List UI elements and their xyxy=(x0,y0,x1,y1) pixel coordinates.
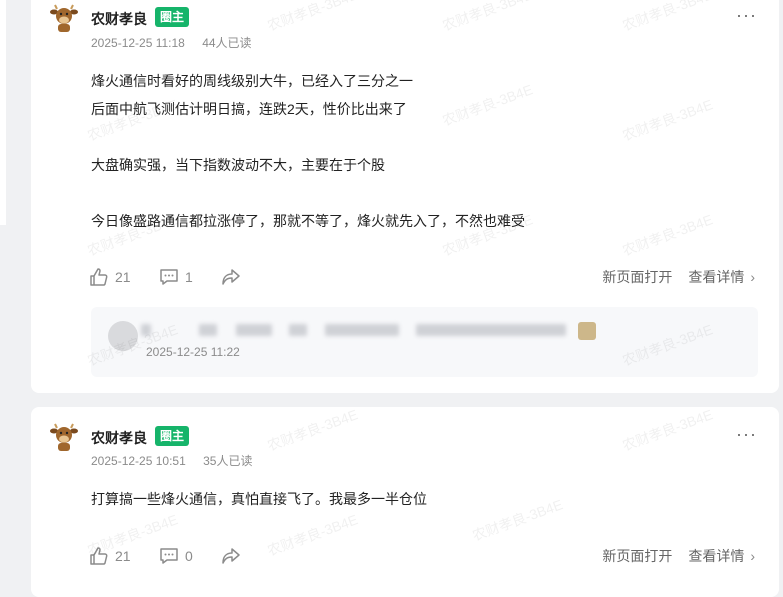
like-button[interactable]: 21 xyxy=(89,546,131,566)
like-count: 21 xyxy=(115,548,131,564)
author-name[interactable]: 农财孝良 xyxy=(91,428,147,448)
owner-badge: 圈主 xyxy=(155,426,190,446)
post-line: 今日像盛路通信都拉涨停了，那就不等了，烽火就先入了，不然也难受 xyxy=(91,213,525,229)
thumbs-up-icon xyxy=(90,268,108,286)
like-button[interactable]: 21 xyxy=(89,267,131,287)
more-options-button[interactable]: ··· xyxy=(736,5,757,26)
read-count: 44人已读 xyxy=(202,36,252,50)
post-line: 后面中航飞测估计明日搞，连跌2天，性价比出来了 xyxy=(91,101,407,117)
commenter-avatar xyxy=(108,321,138,351)
post-line: 打算搞一些烽火通信，真怕直接飞了。我最多一半仓位 xyxy=(91,491,427,507)
open-new-page-link[interactable]: 新页面打开 xyxy=(602,267,672,287)
post-links: 新页面打开 查看详情 › xyxy=(602,546,755,566)
share-icon xyxy=(222,548,240,564)
side-panel-edge xyxy=(0,0,6,225)
share-button[interactable] xyxy=(221,546,241,566)
post-card: 农财孝良 圈主 2025-12-25 10:51 35人已读 ··· 打算搞一些… xyxy=(31,407,779,597)
view-details-link[interactable]: 查看详情 › xyxy=(688,546,755,566)
comment-item[interactable]: 2025-12-25 11:22 xyxy=(91,307,758,377)
comment-time: 2025-12-25 11:22 xyxy=(146,345,240,359)
chevron-right-icon: › xyxy=(750,269,755,285)
comment-count: 0 xyxy=(185,548,193,564)
share-icon xyxy=(222,269,240,285)
post-line: 烽火通信时看好的周线级别大牛，已经入了三分之一 xyxy=(91,73,413,89)
view-details-label: 查看详情 xyxy=(688,269,745,285)
post-actions: 21 1 新页面打开 查看详情 › xyxy=(89,267,755,291)
post-meta: 2025-12-25 11:18 44人已读 xyxy=(91,34,266,51)
comment-icon xyxy=(160,269,178,285)
redacted-text xyxy=(141,324,151,336)
share-button[interactable] xyxy=(221,267,241,287)
comment-button[interactable]: 1 xyxy=(159,267,193,287)
thumbs-up-icon xyxy=(90,547,108,565)
redacted-text xyxy=(325,324,399,336)
emoji-icon xyxy=(578,322,596,340)
view-details-link[interactable]: 查看详情 › xyxy=(688,267,755,287)
post-actions: 21 0 新页面打开 查看详情 › xyxy=(89,546,755,570)
open-new-page-link[interactable]: 新页面打开 xyxy=(602,546,672,566)
comment-icon xyxy=(160,548,178,564)
comment-count: 1 xyxy=(185,269,193,285)
view-details-label: 查看详情 xyxy=(688,548,745,564)
avatar[interactable] xyxy=(49,423,79,453)
post-date: 2025-12-25 10:51 xyxy=(91,454,186,468)
post-links: 新页面打开 查看详情 › xyxy=(602,267,755,287)
comment-button[interactable]: 0 xyxy=(159,546,193,566)
read-count: 35人已读 xyxy=(203,454,253,468)
like-count: 21 xyxy=(115,269,131,285)
post-line: 大盘确实强，当下指数波动不大，主要在于个股 xyxy=(91,157,385,173)
owner-badge: 圈主 xyxy=(155,7,190,27)
post-card: 农财孝良 圈主 2025-12-25 11:18 44人已读 ··· 烽火通信时… xyxy=(31,0,779,393)
post-date: 2025-12-25 11:18 xyxy=(91,36,185,50)
post-meta: 2025-12-25 10:51 35人已读 xyxy=(91,452,266,469)
redacted-text xyxy=(199,324,217,336)
more-options-button[interactable]: ··· xyxy=(736,424,757,445)
chevron-right-icon: › xyxy=(750,548,755,564)
redacted-text xyxy=(416,324,566,336)
redacted-text xyxy=(236,324,272,336)
avatar[interactable] xyxy=(49,4,79,34)
redacted-text xyxy=(289,324,307,336)
author-name[interactable]: 农财孝良 xyxy=(91,9,147,29)
